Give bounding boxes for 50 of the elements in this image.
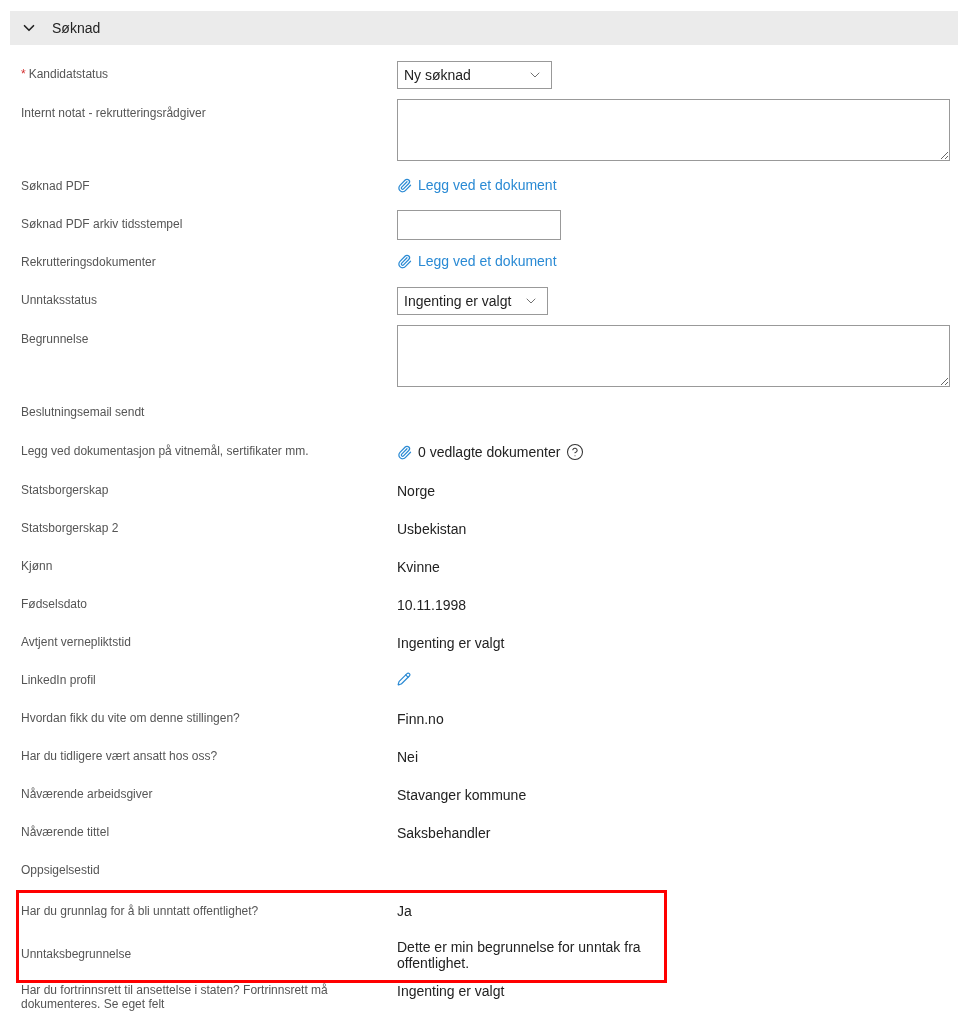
field-label: Fødselsdato [21, 598, 89, 612]
field-label: Hvordan fikk du vite om denne stillingen? [21, 712, 241, 726]
field-label: Kjønn [21, 560, 54, 574]
paperclip-icon [397, 177, 412, 193]
field-value: Finn.no [397, 710, 445, 728]
field-label: Begrunnelse [21, 331, 90, 347]
field-label: Søknad PDF [21, 180, 91, 194]
status-dropdown[interactable]: Ingenting er valgt [397, 287, 549, 315]
field-label: Oppsigelsestid [21, 864, 101, 878]
field-label: Internt notat - rekrutteringsrådgiver [21, 105, 207, 121]
paperclip-icon [397, 444, 412, 460]
field-label: Beslutningsemail sendt [21, 406, 146, 420]
section-title: Søknad [52, 20, 101, 36]
field-value: Kvinne [397, 558, 441, 576]
field-value: Usbekistan [397, 520, 468, 538]
field-label: Nåværende tittel [21, 826, 111, 840]
field-value: Dette er min begrunnelse for unntak fra offentlighet. [397, 938, 642, 972]
section-header[interactable]: Søknad [10, 11, 958, 45]
field-label: Rekrutteringsdokumenter [21, 256, 157, 270]
field-label: Statsborgerskap [21, 484, 110, 498]
attach-link[interactable]: Legg ved et dokument [397, 177, 557, 194]
field-label: Unntaksstatus [21, 294, 99, 308]
paperclip-icon [397, 253, 412, 269]
field-label: Har du tidligere vært ansatt hos oss? [21, 750, 219, 764]
field-label: Statsborgerskap 2 [21, 522, 120, 536]
field-value: Stavanger kommune [397, 786, 528, 804]
field-value: 10.11.1998 [397, 596, 468, 614]
field-label: Avtjent vernepliktstid [21, 636, 132, 650]
field-value: Ingenting er valgt [397, 983, 506, 1000]
field-label: Legg ved dokumentasjon på vitnemål, sertifikater mm. [21, 445, 310, 459]
text-area[interactable] [397, 325, 950, 387]
attachment-count: 0 vedlagte dokumenter [418, 443, 561, 461]
field-label: LinkedIn profil [21, 674, 97, 688]
field-label: Har du grunnlag for å bli unntatt offentlighet? [21, 904, 260, 919]
field-value: Nei [397, 748, 419, 766]
edit-icon[interactable] [397, 672, 411, 686]
status-dropdown[interactable]: Ny søknad [397, 61, 552, 89]
field-label: Nåværende arbeidsgiver [21, 788, 154, 802]
input-field[interactable] [397, 210, 561, 240]
field-value: Saksbehandler [397, 824, 492, 842]
field-value: Ja [397, 903, 413, 920]
attach-link[interactable]: Legg ved et dokument [397, 253, 557, 270]
field-value: Ingenting er valgt [397, 634, 506, 652]
field-label: Unntaksbegrunnelse [21, 948, 133, 962]
help-icon[interactable] [566, 443, 585, 461]
field-value: Norge [397, 482, 437, 500]
field-label: * Kandidatstatus [21, 68, 110, 82]
text-area[interactable] [397, 99, 950, 161]
field-label: Søknad PDF arkiv tidsstempel [21, 218, 184, 232]
field-label: Har du fortrinnsrett til ansettelse i staten? Fortrinnsrett må dokumenteres. Se eget felt [21, 983, 329, 1012]
